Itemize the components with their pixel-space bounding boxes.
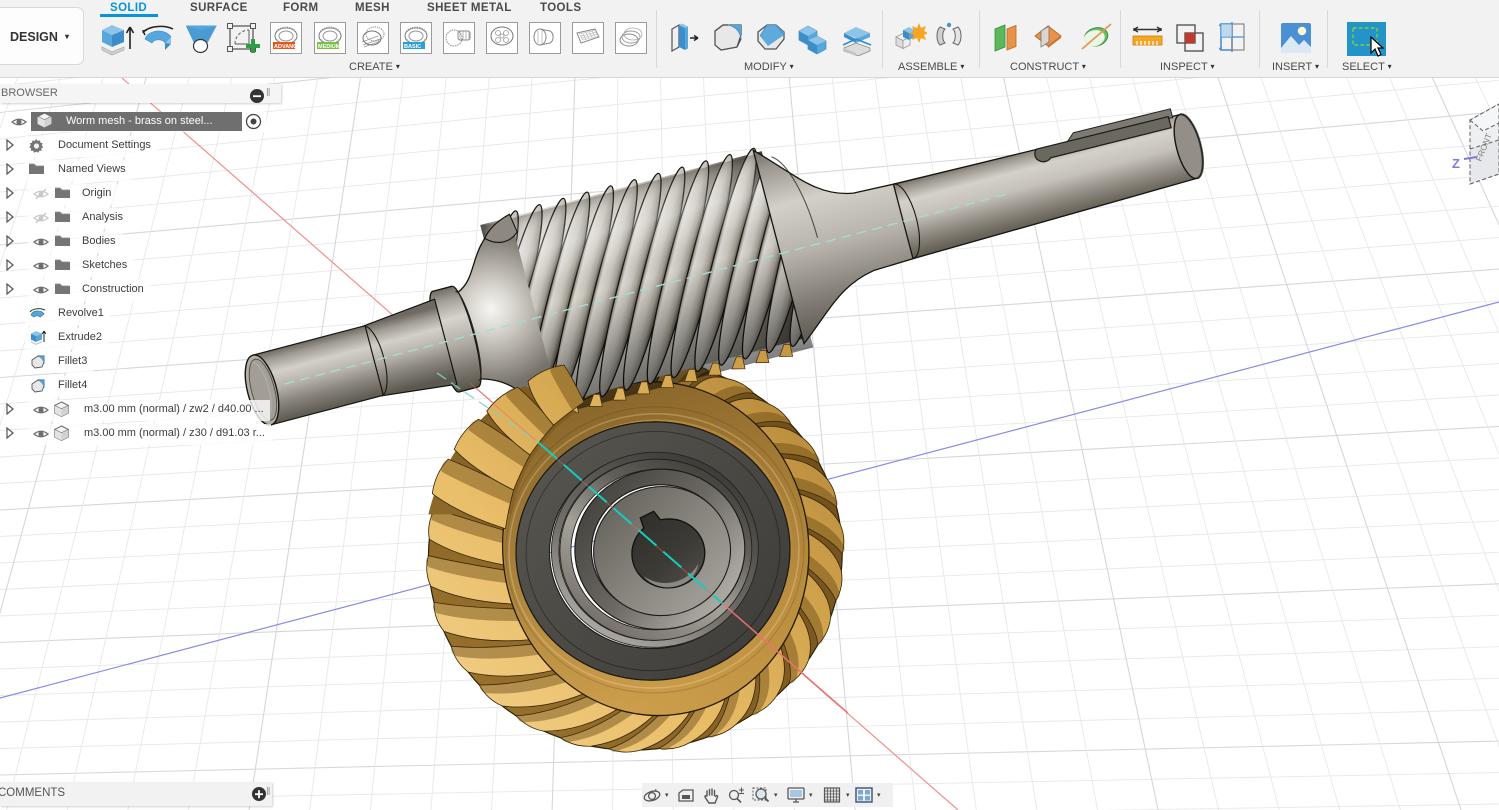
svg-text:Z: Z xyxy=(1452,156,1460,171)
svg-text:BASIC: BASIC xyxy=(404,44,421,50)
svg-text:ADVANCED: ADVANCED xyxy=(274,44,301,50)
svg-text:MEDIUM: MEDIUM xyxy=(318,44,341,50)
